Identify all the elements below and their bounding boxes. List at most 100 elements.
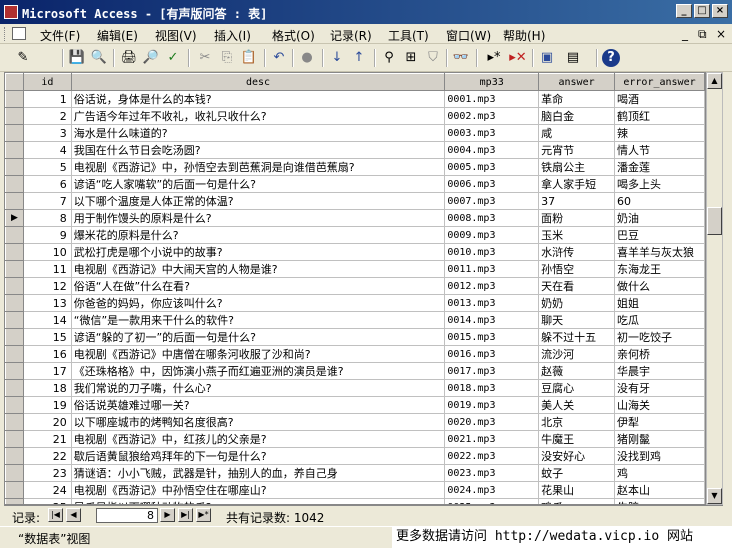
cell-id[interactable]: 22 [23, 447, 72, 465]
cell-desc[interactable]: 《还珠格格》中，因饰演小燕子而红遍亚洲的演员是谁? [71, 362, 446, 380]
cell-mp33[interactable]: 0023.mp3 [444, 464, 540, 482]
cell-error-answer[interactable]: 喝酒 [614, 90, 705, 108]
cell-id[interactable]: 24 [23, 481, 72, 499]
cell-desc[interactable]: 我们常说的刀子嘴，什么心? [71, 379, 446, 397]
table-row[interactable]: 16 电视剧《西游记》中唐僧在哪条河收服了沙和尚? 0016.mp3 流沙河 亲何桥 [5, 345, 705, 363]
cell-answer[interactable]: 脑白金 [538, 107, 615, 125]
apply-filter-icon[interactable]: ⛉ [424, 49, 442, 67]
cell-id[interactable]: 2 [23, 107, 72, 125]
close-button[interactable]: × [712, 4, 728, 18]
cell-desc[interactable]: 以下哪个温度是人体正常的体温? [71, 192, 446, 210]
cell-mp33[interactable]: 0020.mp3 [444, 413, 540, 431]
cell-error-answer[interactable]: 鹤顶红 [614, 107, 705, 125]
row-selector[interactable] [5, 124, 24, 142]
cell-answer[interactable]: 孙悟空 [538, 260, 615, 278]
table-row[interactable]: ▶ 8 用于制作馒头的原料是什么? 0008.mp3 面粉 奶油 [5, 209, 705, 227]
cell-answer[interactable]: 赵薇 [538, 362, 615, 380]
cell-id[interactable]: 16 [23, 345, 72, 363]
mdi-close-button[interactable]: × [716, 27, 726, 41]
row-selector[interactable] [5, 464, 24, 482]
row-selector[interactable] [5, 192, 24, 210]
new-object-icon[interactable]: ▤ [560, 49, 586, 67]
cell-answer[interactable]: 躲不过十五 [538, 328, 615, 346]
cell-mp33[interactable]: 0009.mp3 [444, 226, 540, 244]
cell-answer[interactable]: 蚊子 [538, 464, 615, 482]
undo-icon[interactable]: ↶ [270, 49, 288, 67]
view-icon[interactable]: ✎ [8, 49, 38, 67]
cell-id[interactable]: 1 [23, 90, 72, 108]
cell-error-answer[interactable]: 亲何桥 [614, 345, 705, 363]
cell-mp33[interactable]: 0016.mp3 [444, 345, 540, 363]
filter-form-icon[interactable]: ⊞ [402, 49, 420, 67]
cell-desc[interactable]: 我国在什么节日会吃汤圆? [71, 141, 446, 159]
row-selector[interactable] [5, 481, 24, 499]
row-selector[interactable] [5, 243, 24, 261]
cut-icon[interactable]: ✂ [196, 49, 214, 67]
vertical-scrollbar[interactable]: ▲ ▼ [706, 72, 723, 505]
sort-asc-icon[interactable]: ↓ [328, 49, 346, 67]
cell-id[interactable]: 18 [23, 379, 72, 397]
cell-error-answer[interactable]: 情人节 [614, 141, 705, 159]
menu-edit[interactable]: 编辑(E) [97, 27, 138, 44]
table-row[interactable]: 19 俗话说英雄难过哪一关? 0019.mp3 美人关 山海关 [5, 396, 705, 414]
table-row[interactable]: 18 我们常说的刀子嘴，什么心? 0018.mp3 豆腐心 没有牙 [5, 379, 705, 397]
cell-id[interactable]: 19 [23, 396, 72, 414]
row-selector[interactable] [5, 430, 24, 448]
cell-desc[interactable]: 海水是什么味道的? [71, 124, 446, 142]
row-selector[interactable] [5, 277, 24, 295]
menu-grip[interactable] [4, 27, 8, 41]
cell-error-answer[interactable]: 鸡 [614, 464, 705, 482]
table-row[interactable]: 5 电视剧《西游记》中，孙悟空去到芭蕉洞是向谁借芭蕉扇? 0005.mp3 铁扇公主潘… [5, 158, 705, 176]
cell-mp33[interactable]: 0004.mp3 [444, 141, 540, 159]
delete-record-icon[interactable]: ▸✕ [506, 49, 530, 67]
table-row[interactable]: 24 电视剧《西游记》中孙悟空住在哪座山? 0024.mp3 花果山 赵本山 [5, 481, 705, 499]
new-record-icon[interactable]: ▸* [482, 49, 506, 67]
cell-answer[interactable]: 37 [538, 192, 615, 210]
cell-id[interactable]: 6 [23, 175, 72, 193]
cell-answer[interactable]: 革命 [538, 90, 615, 108]
select-all-corner[interactable] [5, 73, 24, 91]
column-header-error-answer[interactable]: error_answer [614, 73, 705, 91]
row-selector[interactable] [5, 226, 24, 244]
cell-error-answer[interactable]: 华晨宇 [614, 362, 705, 380]
cell-mp33[interactable]: 0006.mp3 [444, 175, 540, 193]
cell-desc[interactable]: 广告语今年过年不收礼，收礼只收什么? [71, 107, 446, 125]
row-selector[interactable] [5, 141, 24, 159]
menu-records[interactable]: 记录(R) [330, 27, 372, 44]
find-icon[interactable]: 👓 [452, 49, 470, 67]
row-selector[interactable] [5, 90, 24, 108]
scroll-thumb[interactable] [707, 207, 722, 235]
cell-mp33[interactable]: 0022.mp3 [444, 447, 540, 465]
current-record-field[interactable]: 8 [96, 508, 158, 523]
table-row[interactable]: 1 俗话说，身体是什么的本钱? 0001.mp3 革命 喝酒 [5, 90, 705, 108]
cell-answer[interactable]: 咸 [538, 124, 615, 142]
cell-id[interactable]: 23 [23, 464, 72, 482]
copy-icon[interactable]: ⎘ [218, 49, 236, 67]
paste-icon[interactable]: 📋 [240, 49, 258, 67]
cell-desc[interactable]: 以下哪座城市的烤鸭知名度很高? [71, 413, 446, 431]
cell-id[interactable]: 9 [23, 226, 72, 244]
row-selector[interactable]: ▶ [5, 209, 24, 227]
menu-window[interactable]: 窗口(W) [446, 27, 491, 44]
cell-error-answer[interactable]: 猪刚鬣 [614, 430, 705, 448]
cell-id[interactable]: 17 [23, 362, 72, 380]
maximize-button[interactable]: □ [694, 4, 710, 18]
cell-desc[interactable]: 电视剧《西游记》中唐僧在哪条河收服了沙和尚? [71, 345, 446, 363]
cell-desc[interactable]: 你爸爸的妈妈，你应该叫什么? [71, 294, 446, 312]
cell-mp33[interactable]: 0013.mp3 [444, 294, 540, 312]
cell-error-answer[interactable]: 做什么 [614, 277, 705, 295]
cell-answer[interactable]: 北京 [538, 413, 615, 431]
row-selector[interactable] [5, 107, 24, 125]
cell-error-answer[interactable]: 初一吃饺子 [614, 328, 705, 346]
row-selector[interactable] [5, 328, 24, 346]
cell-mp33[interactable]: 0014.mp3 [444, 311, 540, 329]
table-row[interactable]: 13 你爸爸的妈妈，你应该叫什么? 0013.mp3 奶奶 姐姐 [5, 294, 705, 312]
cell-id[interactable]: 15 [23, 328, 72, 346]
cell-desc[interactable]: 俗话说，身体是什么的本钱? [71, 90, 446, 108]
cell-desc[interactable]: 电视剧《西游记》中，红孩儿的父亲是? [71, 430, 446, 448]
cell-desc[interactable]: 俗语“人在做”什么在看? [71, 277, 446, 295]
cell-answer[interactable]: 豆腐心 [538, 379, 615, 397]
table-row[interactable]: 10 武松打虎是哪个小说中的故事? 0010.mp3 水浒传 喜羊羊与灰太狼 [5, 243, 705, 261]
cell-id[interactable]: 10 [23, 243, 72, 261]
cell-desc[interactable]: 用于制作馒头的原料是什么? [71, 209, 446, 227]
